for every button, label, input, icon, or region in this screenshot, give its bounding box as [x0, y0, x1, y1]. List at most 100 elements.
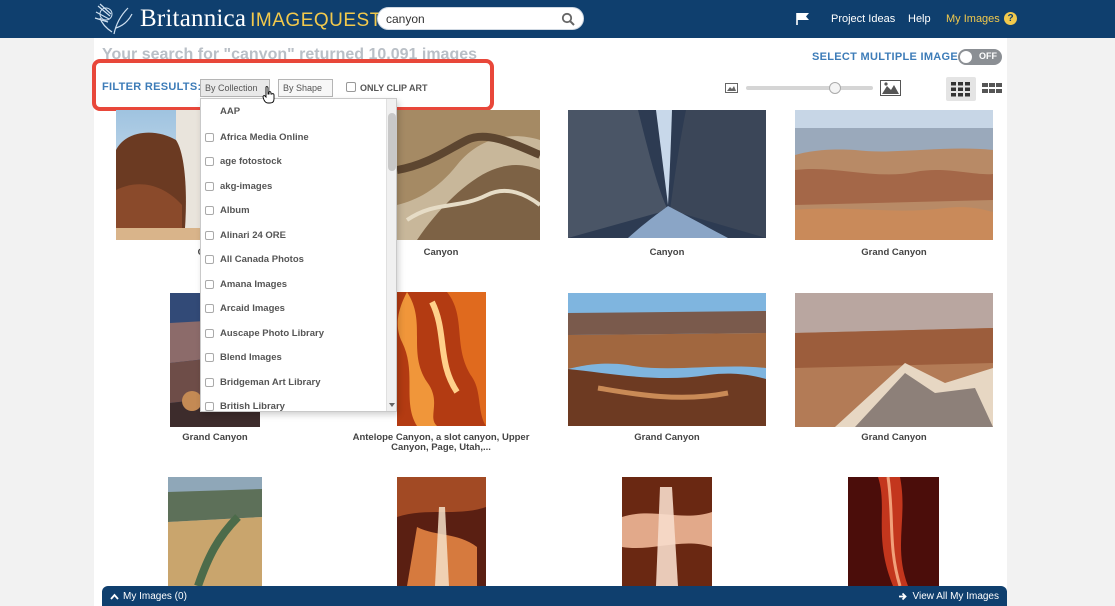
thumbnail-caption[interactable]: Grand Canyon	[844, 433, 944, 443]
thumbnail-image[interactable]	[568, 110, 766, 238]
collection-checkbox[interactable]	[205, 377, 214, 387]
image-size-slider[interactable]	[746, 86, 873, 90]
collection-option[interactable]: age fotostock	[205, 153, 282, 169]
collection-checkbox[interactable]	[205, 181, 214, 191]
thumbnail-image[interactable]	[568, 293, 766, 426]
collection-option[interactable]: Arcaid Images	[205, 300, 285, 316]
arrow-right-icon	[899, 592, 908, 601]
collection-option-label: Bridgeman Art Library	[220, 376, 321, 388]
thumbnail-caption[interactable]: Grand Canyon	[617, 433, 717, 443]
collection-option-label: Album	[220, 204, 250, 216]
flag-icon	[796, 13, 809, 25]
red-slot-canyon-photo	[848, 477, 939, 586]
grand-canyon-vista-photo	[568, 293, 766, 426]
collection-option[interactable]: British Library	[205, 398, 285, 412]
select-multiple-toggle[interactable]: OFF	[958, 49, 1002, 65]
thumbnail-image[interactable]	[622, 477, 712, 586]
collection-checkbox[interactable]	[205, 205, 214, 215]
my-images-tray: My Images (0) View All My Images	[102, 586, 1007, 606]
canyon-river-bend-photo	[397, 110, 540, 240]
dropdown-scrollbar[interactable]	[386, 99, 396, 411]
chevron-up-icon	[110, 593, 119, 600]
thumbnail-image[interactable]	[168, 477, 262, 586]
image-size-slider-handle[interactable]	[829, 82, 841, 94]
view-all-my-images-label: View All My Images	[912, 591, 999, 602]
collection-option[interactable]: Auscape Photo Library	[205, 325, 324, 341]
select-multiple-label: SELECT MULTIPLE IMAGES	[812, 51, 966, 63]
my-images-link[interactable]: My Images	[946, 0, 1000, 38]
collection-checkbox[interactable]	[205, 230, 214, 240]
collection-option-label: All Canada Photos	[220, 253, 304, 265]
yellowstone-canyon-photo	[168, 477, 262, 586]
collection-option-label: Alinari 24 ORE	[220, 229, 286, 241]
collection-option[interactable]: All Canada Photos	[205, 251, 304, 267]
collection-checkbox[interactable]	[205, 401, 214, 411]
help-link[interactable]: Help	[908, 0, 931, 38]
collection-option[interactable]: akg-images	[205, 178, 272, 194]
britannica-imagequest-logo[interactable]: Britannica IMAGEQUEST ™	[92, 2, 390, 36]
thumbnail-image[interactable]	[795, 110, 993, 240]
collection-checkbox[interactable]	[205, 303, 214, 313]
thumbnail-caption[interactable]: Canyon	[400, 248, 482, 258]
view-all-my-images-link[interactable]: View All My Images	[899, 591, 999, 602]
collection-option-label: Amana Images	[220, 278, 288, 290]
collection-option[interactable]: Africa Media Online	[205, 129, 309, 145]
my-images-count: My Images (0)	[123, 591, 187, 602]
collection-checkbox[interactable]	[205, 279, 214, 289]
grand-canyon-ridge-photo	[795, 293, 993, 427]
grid-large-icon	[951, 82, 970, 97]
collection-checkbox[interactable]	[205, 156, 214, 166]
thumbnail-caption[interactable]: Grand Canyon	[165, 433, 265, 443]
results-heading: Your search for "canyon" returned 10,091…	[102, 46, 478, 60]
caption-line: Canyon, Page, Utah,...	[391, 442, 491, 453]
thumbnail-caption[interactable]: Grand Canyon	[844, 248, 944, 258]
toggle-state-label: OFF	[979, 51, 997, 61]
search-box	[377, 7, 584, 30]
collection-option[interactable]: Bridgeman Art Library	[205, 374, 320, 390]
slot-canyon-glow-photo	[622, 477, 712, 586]
my-images-tray-toggle[interactable]: My Images (0)	[110, 591, 187, 602]
scrollbar-thumb[interactable]	[388, 113, 396, 171]
collection-option[interactable]: Alinari 24 ORE	[205, 227, 286, 243]
grand-canyon-photo	[795, 110, 993, 240]
thumbnail-image[interactable]	[795, 293, 993, 427]
collection-option[interactable]: Amana Images	[205, 276, 287, 292]
collection-option[interactable]: AAP	[205, 105, 240, 117]
thumbnail-image[interactable]	[848, 477, 939, 586]
large-grid-view-button[interactable]	[946, 77, 976, 101]
narrows-canyon-photo	[568, 110, 766, 238]
small-image-size-icon[interactable]	[725, 83, 738, 93]
flag-button[interactable]	[795, 0, 811, 38]
collection-checkbox[interactable]	[205, 254, 214, 264]
small-grid-view-button[interactable]	[980, 77, 1004, 101]
thumbnail-image[interactable]	[397, 292, 486, 426]
collection-option-label: AAP	[220, 106, 241, 117]
collection-option-label: Africa Media Online	[220, 131, 309, 143]
thumbnail-image[interactable]	[397, 110, 540, 240]
collection-checkbox[interactable]	[205, 328, 214, 338]
collection-checkbox[interactable]	[205, 132, 214, 142]
antelope-canyon-photo	[397, 292, 486, 426]
search-input[interactable]	[386, 10, 556, 28]
grid-small-icon	[982, 83, 1002, 93]
collection-option-label: age fotostock	[220, 155, 282, 167]
hand-pointer-cursor-icon	[262, 86, 275, 104]
collection-option-label: British Library	[220, 400, 285, 412]
collection-checkbox[interactable]	[205, 352, 214, 362]
collection-dropdown-list[interactable]: AAP Africa Media Online age fotostock ak…	[200, 98, 397, 412]
toggle-knob	[960, 51, 972, 63]
thumbnail-caption[interactable]: Canyon	[626, 248, 708, 258]
search-icon[interactable]	[561, 12, 575, 26]
collection-option[interactable]: Blend Images	[205, 349, 282, 365]
scroll-down-arrow-icon[interactable]	[389, 403, 395, 407]
logo-text-imagequest: IMAGEQUEST	[250, 9, 382, 31]
thumbnail-caption[interactable]: Antelope Canyon, a slot canyon, Upper Ca…	[341, 433, 541, 453]
collection-option[interactable]: Album	[205, 202, 250, 218]
large-image-size-icon[interactable]	[880, 80, 901, 96]
thistle-logo-icon	[94, 3, 133, 35]
logo-text-britannica: Britannica	[140, 5, 247, 32]
project-ideas-link[interactable]: Project Ideas	[831, 0, 895, 38]
help-question-icon[interactable]: ?	[1004, 12, 1017, 25]
top-header: Britannica IMAGEQUEST ™ Project Ideas He…	[0, 0, 1115, 38]
thumbnail-image[interactable]	[397, 477, 486, 586]
